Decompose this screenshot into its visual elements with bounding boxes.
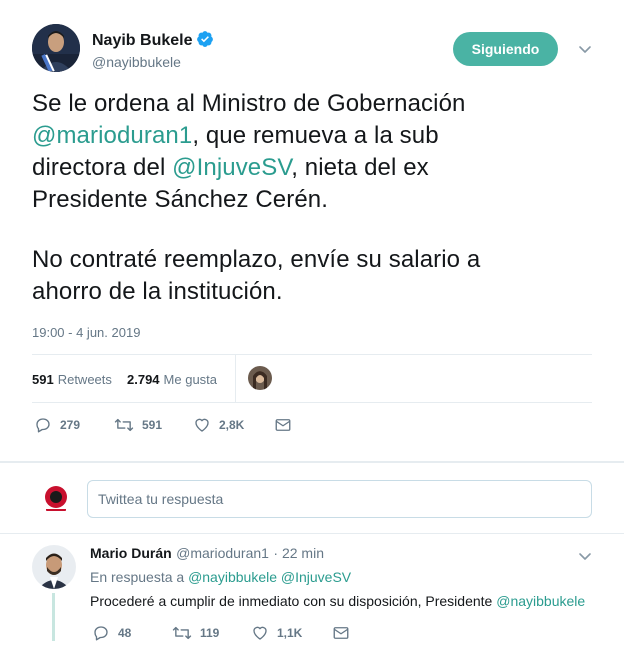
- mention-link[interactable]: @marioduran1: [32, 122, 192, 149]
- direct-message-action[interactable]: [274, 416, 292, 434]
- divider: [235, 354, 236, 402]
- following-button[interactable]: Siguiendo: [453, 32, 558, 66]
- heart-icon: [253, 626, 267, 640]
- reply-placeholder: Twittea tu respuesta: [98, 491, 224, 507]
- mention-link[interactable]: @nayibbukele: [496, 593, 585, 609]
- tweet-text: Se le ordena al Ministro de Gobernación …: [32, 88, 480, 308]
- liker-avatar[interactable]: [248, 366, 272, 390]
- tweet-timestamp[interactable]: 19:00 - 4 jun. 2019: [32, 325, 140, 340]
- reply-action[interactable]: 48: [92, 624, 131, 642]
- reply-text: Procederé a cumplir de inmediato con su …: [90, 593, 586, 609]
- reply-icon: [36, 418, 50, 433]
- envelope-icon: [275, 419, 291, 431]
- tweet-line: Presidente Sánchez Cerén.: [32, 186, 329, 213]
- retweet-icon: [172, 626, 192, 640]
- envelope-icon: [333, 627, 349, 639]
- mention-link[interactable]: @InjuveSV: [172, 154, 291, 181]
- reply-author-handle[interactable]: @marioduran1: [176, 545, 269, 561]
- in-reply-to-links[interactable]: @nayibbukele @InjuveSV: [188, 569, 351, 585]
- like-action[interactable]: 1,1K: [251, 624, 302, 642]
- reply-input[interactable]: Twittea tu respuesta: [87, 480, 592, 518]
- retweet-icon: [114, 418, 134, 432]
- like-action[interactable]: 2,8K: [193, 416, 244, 434]
- reply-action[interactable]: 279: [34, 416, 80, 434]
- reply-author-name[interactable]: Mario Durán: [90, 545, 172, 561]
- chevron-down-icon[interactable]: [577, 548, 593, 564]
- likes-stat[interactable]: 2.794 Me gusta: [127, 372, 217, 387]
- tweet-line: @marioduran1, que remueva a la sub: [32, 122, 439, 149]
- tweet-line: No contraté reemplazo, envíe su salario …: [32, 246, 481, 273]
- divider: [32, 354, 592, 355]
- thread-line: [52, 593, 55, 641]
- tweet-line: ahorro de la institución.: [32, 278, 283, 305]
- chevron-down-icon[interactable]: [577, 41, 593, 57]
- reply-time[interactable]: · 22 min: [273, 545, 324, 561]
- divider: [32, 402, 592, 403]
- retweet-action[interactable]: 591: [114, 416, 162, 434]
- author-avatar[interactable]: [32, 24, 80, 72]
- in-reply-to: En respuesta a @nayibbukele @InjuveSV: [90, 569, 352, 585]
- reply-icon: [94, 626, 108, 641]
- retweets-stat[interactable]: 591 Retweets: [32, 372, 112, 387]
- section-separator: [0, 461, 624, 463]
- direct-message-action[interactable]: [332, 624, 350, 642]
- reply-author-avatar[interactable]: [32, 545, 76, 589]
- tweet-line: Se le ordena al Ministro de Gobernación: [32, 90, 466, 117]
- retweet-action[interactable]: 119: [172, 624, 219, 642]
- verified-badge-icon: [196, 30, 214, 48]
- current-user-avatar[interactable]: [40, 482, 72, 514]
- author-name[interactable]: Nayib Bukele: [92, 32, 192, 49]
- tweet-line: directora del @InjuveSV, nieta del ex: [32, 154, 429, 181]
- author-handle[interactable]: @nayibbukele: [92, 54, 181, 70]
- divider: [0, 533, 624, 534]
- heart-icon: [195, 418, 209, 432]
